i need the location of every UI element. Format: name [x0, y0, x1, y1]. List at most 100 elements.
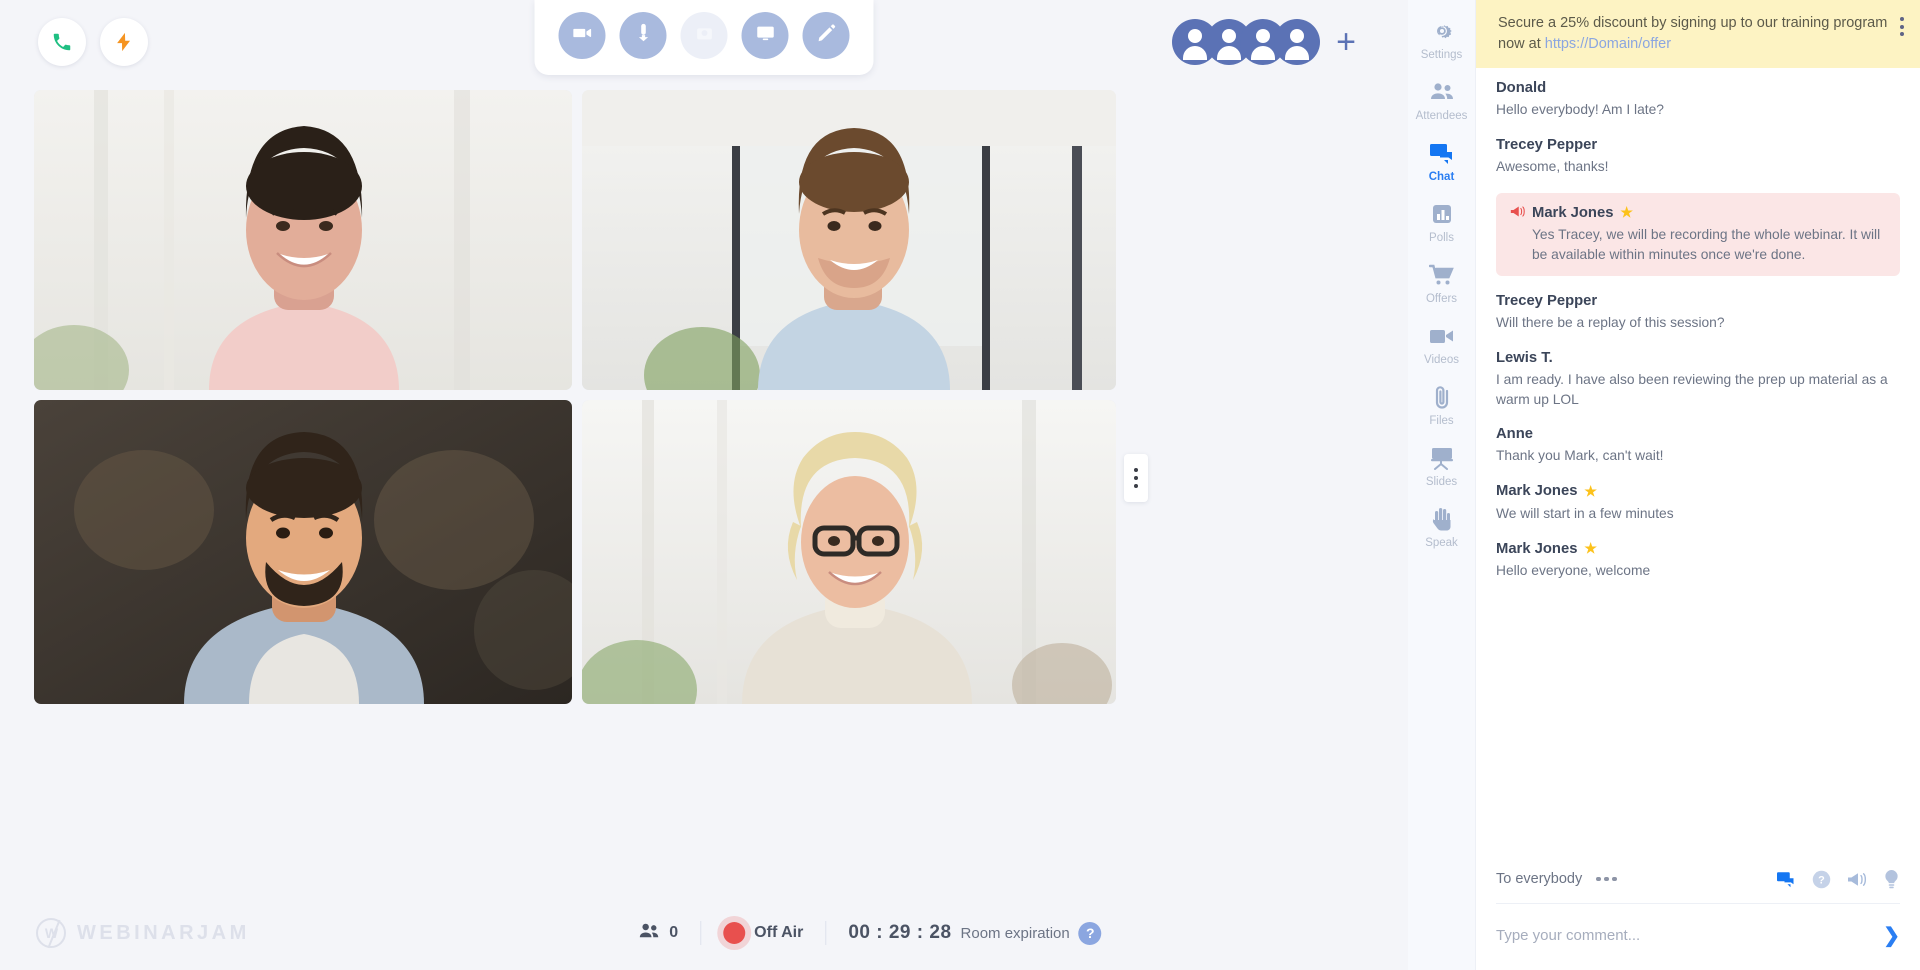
easel-icon: [1429, 445, 1455, 471]
chat-author-name: Mark Jones: [1496, 483, 1578, 500]
chat-author: Trecey Pepper: [1496, 137, 1900, 153]
phone-icon: [51, 31, 73, 53]
avatar[interactable]: [1274, 19, 1321, 65]
webinarjam-mark-icon: W: [36, 918, 66, 948]
svg-text:?: ?: [1818, 874, 1825, 886]
send-button[interactable]: ❯: [1873, 923, 1900, 948]
media-toolbar: [534, 0, 874, 75]
sidebar-item-files[interactable]: Files: [1408, 374, 1476, 435]
recipient-label[interactable]: To everybody: [1496, 871, 1582, 887]
recipient-menu-icon[interactable]: [1596, 876, 1617, 882]
sidebar-item-settings[interactable]: Settings: [1408, 8, 1476, 69]
phone-button[interactable]: [38, 18, 86, 66]
promo-text: Secure a 25% discount by signing up to o…: [1498, 13, 1890, 55]
left-controls: [38, 18, 148, 66]
promo-link[interactable]: https://Domain/offer: [1545, 36, 1671, 52]
chat-author-name: Lewis T.: [1496, 349, 1553, 366]
chat-composer: To everybody ? Type your comment... ❯: [1476, 853, 1920, 970]
chat-message: Lewis T. I am ready. I have also been re…: [1496, 350, 1900, 409]
sidebar-item-label: Polls: [1429, 232, 1454, 244]
sidebar-item-offers[interactable]: Offers: [1408, 252, 1476, 313]
chat-text: I am ready. I have also been reviewing t…: [1496, 371, 1888, 407]
sidebar-item-speak[interactable]: Speak: [1408, 496, 1476, 557]
webinar-app: + W WEBINARJAM 0 Off Air 00: 29: 28 Ro…: [0, 0, 1920, 970]
expiration-timer: 00 : 29 : 28: [848, 922, 952, 943]
nav-rail: Settings Attendees Chat Polls Offers Vid…: [1408, 0, 1476, 970]
video-tile-1[interactable]: [34, 90, 572, 390]
webinarjam-logo: W WEBINARJAM: [36, 918, 250, 948]
video-icon: [1429, 323, 1455, 349]
sidebar-item-chat[interactable]: Chat: [1408, 130, 1476, 191]
chat-messages: Donald Hello everybody! Am I late? Trece…: [1476, 68, 1920, 853]
help-icon[interactable]: ?: [1812, 870, 1831, 889]
chat-message: Mark Jones ★ We will start in a few minu…: [1496, 483, 1900, 524]
sidebar-item-videos[interactable]: Videos: [1408, 313, 1476, 374]
sidebar-item-label: Settings: [1420, 49, 1463, 61]
promo-banner: Secure a 25% discount by signing up to o…: [1476, 0, 1920, 69]
composer-icons: ?: [1776, 869, 1900, 889]
chat-author: Mark Jones ★: [1496, 483, 1900, 500]
screen-share-toggle[interactable]: [741, 12, 789, 59]
bottom-status-bar: W WEBINARJAM 0 Off Air 00: 29: 28 Room…: [0, 896, 1408, 970]
chat-message: Anne Thank you Mark, can't wait!: [1496, 426, 1900, 466]
whiteboard-toggle[interactable]: [802, 12, 850, 59]
comment-input[interactable]: [1496, 927, 1874, 944]
people-icon: [638, 922, 660, 945]
logo-letter: W: [44, 925, 58, 941]
chat-author: Mark Jones ★: [1496, 540, 1900, 557]
sidebar-item-slides[interactable]: Slides: [1408, 435, 1476, 496]
chat-text: Hello everybody! Am I late?: [1496, 102, 1664, 118]
star-icon: ★: [1584, 540, 1597, 557]
chat-text: Will there be a replay of this session?: [1496, 315, 1725, 331]
paperclip-icon: [1431, 384, 1453, 410]
sidebar-item-label: Chat: [1428, 171, 1455, 183]
video-grid-area: [0, 84, 1408, 896]
sidebar-item-polls[interactable]: Polls: [1408, 191, 1476, 252]
promo-menu-icon[interactable]: [1900, 13, 1904, 36]
lightning-bolt-icon: [113, 31, 135, 53]
chat-text: Yes Tracey, we will be recording the who…: [1532, 227, 1881, 262]
cart-icon: [1428, 262, 1455, 288]
megaphone-icon: [1510, 205, 1525, 221]
chat-icon: [1429, 140, 1455, 166]
video-tile-2[interactable]: [582, 90, 1116, 390]
chat-text: We will start in a few minutes: [1496, 505, 1674, 521]
microphone-toggle[interactable]: [619, 12, 667, 59]
chat-icon[interactable]: [1776, 870, 1796, 888]
chat-author: Anne: [1496, 426, 1900, 442]
announce-icon[interactable]: [1847, 872, 1867, 887]
brand-name: WEBINARJAM: [77, 921, 250, 944]
composer-toolbar: To everybody ?: [1496, 853, 1900, 904]
sidebar-item-label: Speak: [1425, 537, 1458, 549]
panel-resize-handle[interactable]: [1124, 454, 1148, 502]
sidebar-item-label: Videos: [1424, 354, 1459, 366]
presenter-avatars: +: [1172, 19, 1356, 65]
top-toolbar: +: [0, 0, 1408, 84]
camera-toggle[interactable]: [558, 12, 606, 59]
video-tile-3[interactable]: [34, 400, 572, 704]
chat-author-name: Donald: [1496, 80, 1547, 97]
avatar-pile: [1172, 19, 1321, 65]
sidebar-item-label: Attendees: [1415, 110, 1468, 122]
comment-input-row: ❯: [1496, 904, 1900, 970]
air-status-label: Off Air: [754, 924, 804, 941]
attendee-count: 0: [669, 924, 679, 941]
idea-icon[interactable]: [1883, 869, 1900, 889]
chat-author: Trecey Pepper: [1496, 293, 1900, 309]
video-grid: [34, 90, 1116, 710]
air-status[interactable]: Off Air: [701, 922, 825, 944]
video-tile-4[interactable]: [582, 400, 1116, 704]
chat-author-name: Mark Jones: [1496, 540, 1578, 557]
chat-author: Lewis T.: [1496, 350, 1900, 366]
help-icon[interactable]: ?: [1078, 921, 1102, 945]
chat-text: Hello everyone, welcome: [1496, 563, 1651, 579]
sidebar-item-attendees[interactable]: Attendees: [1408, 69, 1476, 130]
presenter-toggle[interactable]: [680, 12, 728, 59]
bar-chart-icon: [1430, 201, 1454, 227]
boost-button[interactable]: [100, 18, 148, 66]
add-presenter-button[interactable]: +: [1336, 25, 1356, 59]
gear-icon: [1430, 18, 1454, 44]
people-icon: [1429, 79, 1455, 105]
room-expiration: 00 : 29 : 28 Room expiration ?: [826, 921, 1123, 945]
chat-message: Mark Jones ★ Hello everyone, welcome: [1496, 540, 1900, 581]
